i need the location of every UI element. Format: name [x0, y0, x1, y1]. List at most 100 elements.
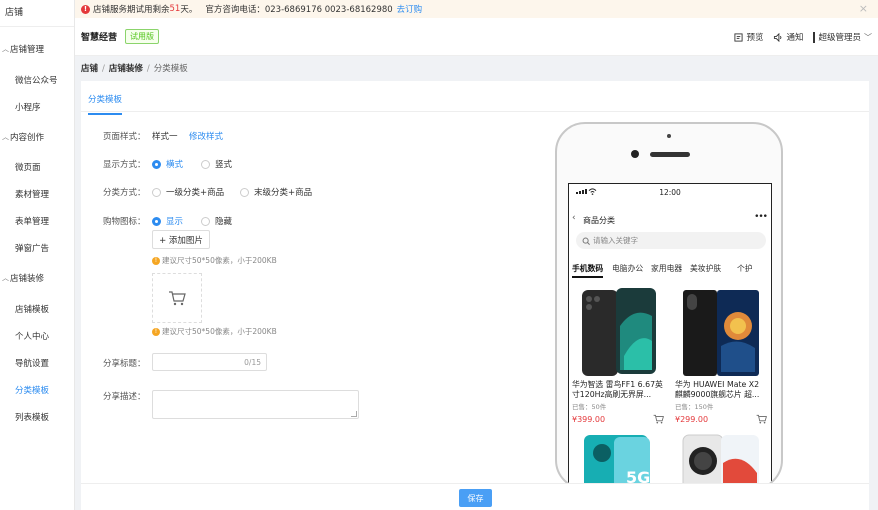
sidebar-item-list-template[interactable]: 列表模板: [15, 411, 49, 423]
notice-phone: 官方咨询电话：023-6869176 0023-68162980: [205, 5, 393, 15]
share-desc-label: 分享描述：: [103, 392, 146, 402]
sidebar-item-wechat[interactable]: 微信公众号: [15, 74, 58, 86]
product-image: 5G: [572, 433, 664, 488]
trial-notice-bar: ! 店铺服务期试用剩余 51 天。 官方咨询电话：023-6869176 002…: [75, 0, 878, 18]
cart-icon-label: 购物图标：: [103, 217, 146, 227]
tab-bar: 分类模板: [81, 81, 869, 115]
chevron-up-icon: ︿: [2, 45, 9, 53]
product-image: [675, 286, 767, 378]
sidebar-item-nav-settings[interactable]: 导航设置: [15, 357, 49, 369]
notify-button[interactable]: 通知: [773, 31, 803, 43]
sidebar-group-decoration[interactable]: ︿ 店铺装修: [2, 272, 44, 284]
page-style-label: 页面样式：: [103, 132, 146, 142]
more-icon[interactable]: •••: [754, 212, 768, 222]
phone-search[interactable]: 请输入关键字: [576, 232, 766, 249]
size-hint: ! 建议尺寸50*50像素，小于200KB: [152, 255, 277, 266]
search-icon: [582, 237, 590, 245]
product-card[interactable]: [675, 433, 767, 488]
sidebar-group-shop-manage[interactable]: ︿ 店铺管理: [2, 43, 44, 55]
add-image-button[interactable]: + 添加图片: [152, 230, 210, 249]
cart-icon[interactable]: [653, 414, 664, 424]
sidebar-group-content[interactable]: ︿ 内容创作: [2, 131, 44, 143]
phone-tab-office[interactable]: 电脑办公: [612, 263, 643, 274]
divider: [813, 31, 816, 43]
radio-last-level[interactable]: 末级分类+商品: [240, 186, 312, 198]
sidebar-item-forms[interactable]: 表单管理: [15, 215, 49, 227]
product-sold: 已售：150件: [675, 403, 714, 411]
product-name: 华为智选 雷鸟FF1 6.67英寸120Hz高刷无界屏...: [572, 380, 663, 399]
preview-icon: [734, 32, 744, 42]
top-header: 智慧经营 试用版 预览 通知 超级管理员 ﹀: [75, 18, 878, 56]
breadcrumb-current: 分类模板: [153, 64, 188, 74]
page-style-value: 样式一: [152, 132, 178, 142]
trial-badge: 试用版: [125, 29, 160, 44]
close-icon[interactable]: ×: [859, 2, 868, 15]
cart-icon: [169, 291, 186, 306]
breadcrumb-decoration[interactable]: 店铺装修: [109, 64, 143, 74]
camera-icon: [631, 150, 639, 158]
sidebar: 店铺 ︿ 店铺管理 微信公众号 小程序 ︿ 内容创作 微页面 素材管理 表单管理 弹…: [0, 0, 75, 510]
sidebar-item-shop-template[interactable]: 店铺模板: [15, 303, 49, 315]
info-icon: !: [152, 327, 160, 336]
preview-button[interactable]: 预览: [734, 31, 763, 43]
product-image: [675, 433, 767, 488]
size-hint-2: ! 建议尺寸50*50像素，小于200KB: [152, 326, 277, 337]
product-price: ¥399.00: [572, 414, 606, 424]
phone-tab-care[interactable]: 个护: [737, 263, 753, 274]
speaker-grill: [650, 152, 690, 157]
radio-hide[interactable]: 隐藏: [201, 215, 232, 227]
brand-name: 智慧经营: [81, 33, 118, 43]
sidebar-item-personal-center[interactable]: 个人中心: [15, 330, 49, 342]
sidebar-item-micropage[interactable]: 微页面: [15, 161, 41, 173]
phone-navbar: ‹ 商品分类 •••: [569, 212, 771, 228]
chevron-down-icon: ﹀: [864, 32, 872, 42]
product-image: [572, 286, 664, 378]
phone-tab-beauty[interactable]: 美妆护肤: [690, 263, 721, 274]
phone-tab-digital[interactable]: 手机数码: [572, 263, 604, 278]
subscribe-link[interactable]: 去订购: [397, 3, 423, 15]
radio-horizontal[interactable]: 横式: [152, 158, 183, 170]
warning-icon: !: [81, 4, 90, 14]
tab-category-template[interactable]: 分类模板: [88, 93, 123, 115]
user-menu[interactable]: 超级管理员 ﹀: [813, 31, 872, 43]
sidebar-item-materials[interactable]: 素材管理: [15, 188, 49, 200]
product-sold: 已售：50件: [572, 403, 607, 411]
info-icon: !: [152, 256, 160, 265]
back-icon[interactable]: ‹: [572, 213, 576, 223]
clock: 12:00: [659, 188, 681, 197]
speaker-icon: [774, 32, 782, 42]
display-mode-label: 显示方式：: [103, 160, 146, 170]
phone-title: 商品分类: [583, 216, 615, 225]
product-card[interactable]: 5G: [572, 433, 664, 488]
breadcrumb-shop[interactable]: 店铺: [81, 64, 98, 74]
modify-style-link[interactable]: 修改样式: [189, 130, 223, 142]
sidebar-item-category-template[interactable]: 分类模板: [15, 384, 49, 396]
share-desc-textarea[interactable]: [152, 390, 359, 419]
chevron-up-icon: ︿: [2, 274, 9, 282]
radio-vertical[interactable]: 竖式: [201, 158, 232, 170]
chevron-up-icon: ︿: [2, 133, 9, 141]
sidebar-title: 店铺: [0, 0, 74, 27]
share-title-label: 分享标题：: [103, 359, 146, 369]
cart-image-preview[interactable]: [152, 273, 202, 323]
phone-preview: 12:00 ‹ 商品分类 ••• 请输入关键字 手机数码 电脑办公 家用电器 美…: [555, 122, 783, 490]
notice-days: 51: [169, 4, 181, 14]
save-bar: 保存: [81, 483, 869, 510]
breadcrumb: 店铺 / 店铺装修 / 分类模板: [81, 64, 188, 74]
radio-first-level[interactable]: 一级分类+商品: [152, 186, 224, 198]
radio-show[interactable]: 显示: [152, 215, 183, 227]
product-name: 华为 HUAWEI Mate X2 麒麟9000旗舰芯片 超...: [675, 380, 760, 399]
category-mode-label: 分类方式：: [103, 188, 146, 198]
cart-icon[interactable]: [756, 414, 767, 424]
share-title-input[interactable]: 0/15: [152, 353, 267, 371]
resize-handle[interactable]: [351, 411, 357, 417]
save-button[interactable]: 保存: [459, 489, 492, 507]
product-price: ¥299.00: [675, 414, 709, 424]
sidebar-item-popup-ads[interactable]: 弹窗广告: [15, 242, 49, 254]
product-card[interactable]: 华为智选 雷鸟FF1 6.67英寸120Hz高刷无界屏... 已售：50件 ¥3…: [572, 286, 664, 424]
notice-suffix: 天。: [180, 5, 198, 15]
phone-screen: 12:00 ‹ 商品分类 ••• 请输入关键字 手机数码 电脑办公 家用电器 美…: [568, 183, 772, 488]
phone-tab-appliances[interactable]: 家用电器: [651, 263, 682, 274]
sidebar-item-miniprogram[interactable]: 小程序: [15, 101, 41, 113]
product-card[interactable]: 华为 HUAWEI Mate X2 麒麟9000旗舰芯片 超... 已售：150…: [675, 286, 767, 424]
